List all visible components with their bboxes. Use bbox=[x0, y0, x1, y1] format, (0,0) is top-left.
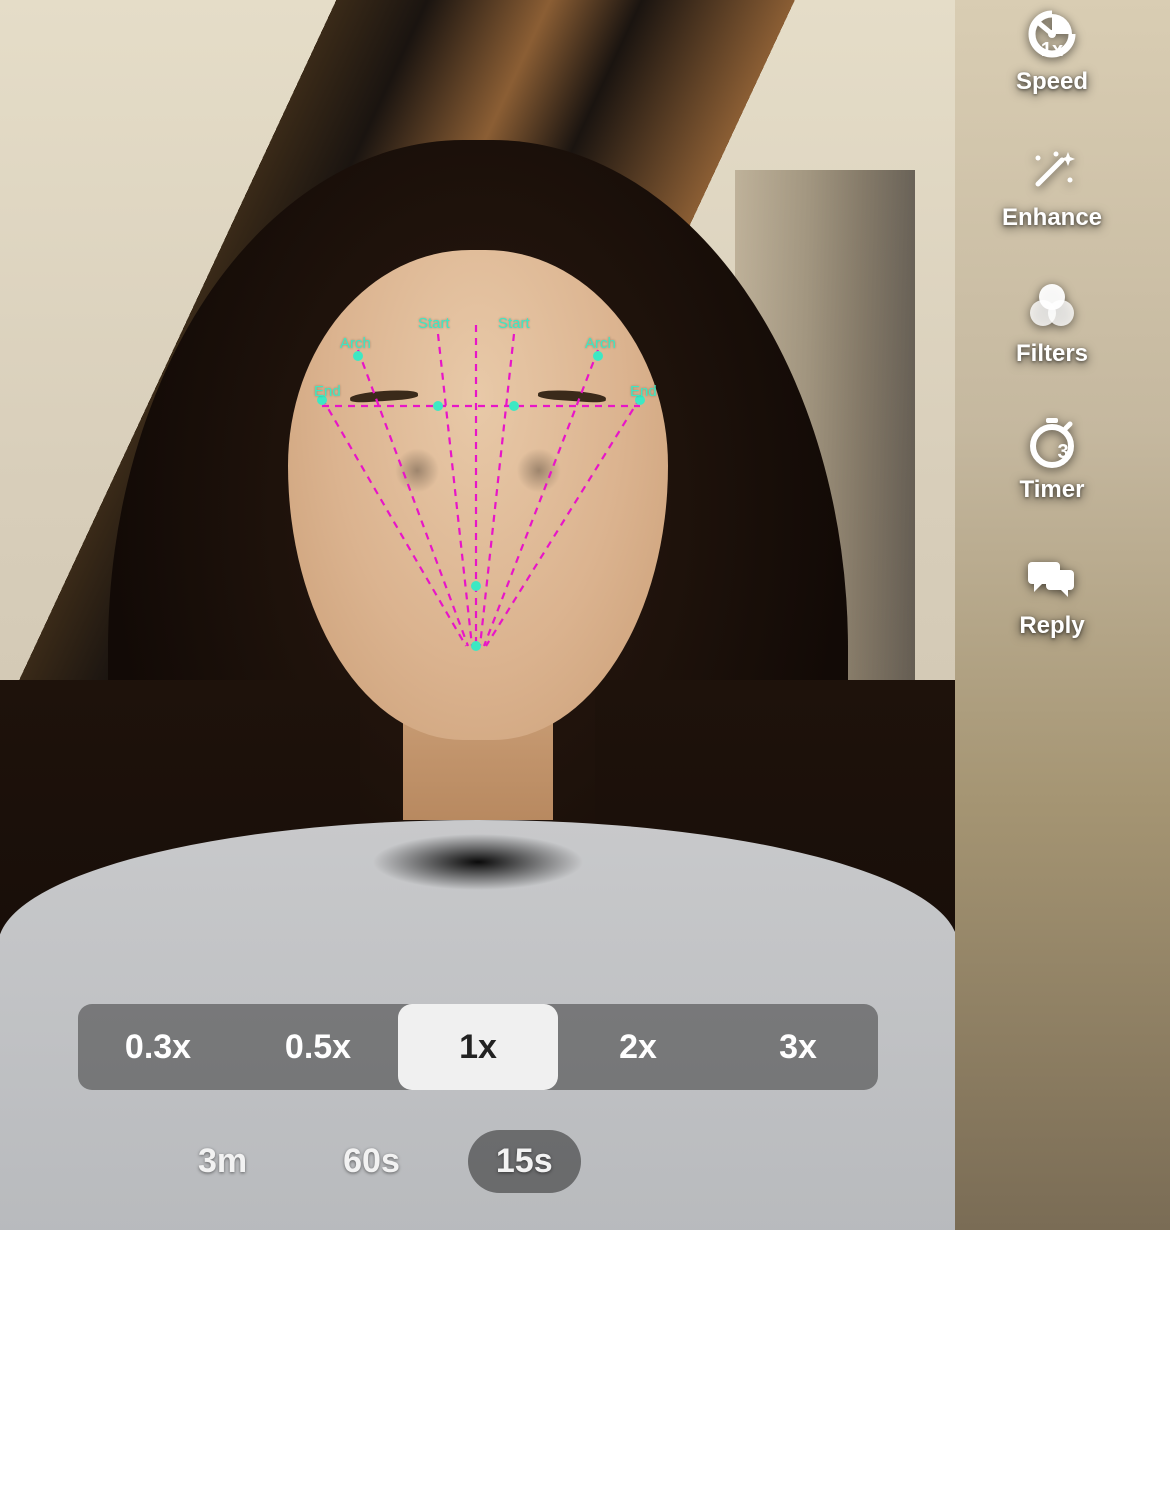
timer-label: Timer bbox=[1020, 476, 1085, 504]
bottom-strip bbox=[0, 1230, 1170, 1509]
reply-label: Reply bbox=[1019, 612, 1084, 640]
magic-wand-icon bbox=[1026, 144, 1078, 196]
speed-option-0-3x[interactable]: 0.3x bbox=[78, 1004, 238, 1090]
reply-button[interactable]: Reply bbox=[1019, 552, 1084, 640]
stopwatch-icon: 3 bbox=[1026, 416, 1078, 468]
timer-button[interactable]: 3 Timer bbox=[1020, 416, 1085, 504]
duration-option-3m[interactable]: 3m bbox=[170, 1130, 275, 1193]
filters-button[interactable]: Filters bbox=[1016, 280, 1088, 368]
enhance-button[interactable]: Enhance bbox=[1002, 144, 1102, 232]
speed-button[interactable]: 1x Speed bbox=[1016, 8, 1088, 96]
speed-option-1x[interactable]: 1x bbox=[398, 1004, 558, 1090]
filters-label: Filters bbox=[1016, 340, 1088, 368]
duration-selector: 3m 60s 15s bbox=[170, 1130, 581, 1193]
enhance-label: Enhance bbox=[1002, 204, 1102, 232]
subject-face bbox=[288, 250, 668, 740]
duration-option-60s[interactable]: 60s bbox=[315, 1130, 428, 1193]
svg-text:3: 3 bbox=[1057, 441, 1068, 463]
reply-icon bbox=[1026, 552, 1078, 604]
filters-icon bbox=[1026, 280, 1078, 332]
speed-option-2x[interactable]: 2x bbox=[558, 1004, 718, 1090]
speed-option-3x[interactable]: 3x bbox=[718, 1004, 878, 1090]
svg-text:1x: 1x bbox=[1041, 39, 1063, 60]
speed-selector: 0.3x 0.5x 1x 2x 3x bbox=[78, 1004, 878, 1090]
speed-label: Speed bbox=[1016, 68, 1088, 96]
speedometer-icon: 1x bbox=[1026, 8, 1078, 60]
speed-option-0-5x[interactable]: 0.5x bbox=[238, 1004, 398, 1090]
duration-option-15s[interactable]: 15s bbox=[468, 1130, 581, 1193]
right-toolbar: 1x Speed Enhance Filters bbox=[952, 8, 1152, 640]
